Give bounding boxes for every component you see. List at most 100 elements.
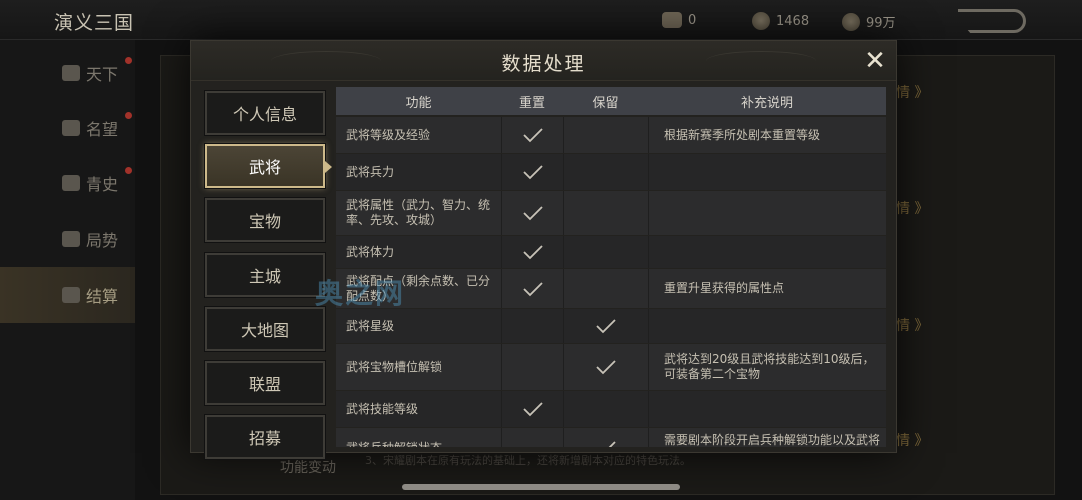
top-bar: 演义三国 0 1468 99万 — [0, 0, 1082, 40]
detail-link[interactable]: 情 》 — [896, 198, 928, 218]
dialog-title: 数据处理 — [501, 53, 586, 75]
cell-feature: 武将兵力 — [346, 164, 395, 179]
cell-reset — [501, 269, 563, 308]
table-row: 武将星级 — [336, 309, 886, 343]
copper-coin-icon — [752, 12, 770, 30]
tab-world-map[interactable]: 大地图 — [204, 306, 326, 352]
table-header: 功能 重置 保留 补充说明 — [336, 87, 886, 115]
cell-note — [648, 309, 886, 343]
check-icon — [522, 281, 544, 297]
check-icon — [522, 205, 544, 221]
header-reset: 重置 — [518, 95, 545, 111]
cell-keep — [563, 117, 648, 153]
badge-dot — [125, 57, 132, 64]
close-icon[interactable]: ✕ — [862, 48, 888, 75]
nav-item-mingwang[interactable]: 名望 — [0, 100, 135, 156]
cell-keep — [563, 236, 648, 268]
tab-recruit[interactable]: 招募 — [204, 414, 326, 460]
cell-reset — [501, 191, 563, 235]
home-indicator[interactable] — [402, 484, 680, 490]
tab-main-city[interactable]: 主城 — [204, 252, 326, 298]
cell-keep — [563, 154, 648, 190]
tab-personal-info[interactable]: 个人信息 — [204, 90, 326, 136]
cell-feature: 武将属性（武力、智力、统率、先攻、攻城） — [346, 198, 491, 227]
silver-coin-icon — [842, 12, 860, 31]
resource-silver: 99万 — [842, 12, 896, 31]
table-row: 武将宝物槽位解锁 武将达到20级且武将技能达到10级后，可装备第二个宝物 — [336, 344, 886, 390]
check-icon — [522, 164, 544, 180]
footer-note: 3、宋耀剧本在原有玩法的基础上，还将新增剧本对应的特色玩法。 — [365, 454, 691, 467]
watermark: 奥之网 — [315, 277, 406, 310]
check-icon — [595, 318, 617, 334]
back-arrow-icon[interactable] — [958, 9, 1026, 33]
cell-reset — [501, 236, 563, 268]
cell-reset — [501, 428, 563, 447]
resource-ticket: 0 — [662, 12, 696, 28]
cell-note — [648, 154, 886, 190]
header-feature: 功能 — [405, 95, 432, 111]
nav-item-jushi[interactable]: 局势 — [0, 211, 135, 267]
resource-ticket-value: 0 — [688, 12, 697, 28]
cell-feature: 武将兵种解锁状态 — [336, 428, 501, 448]
detail-link[interactable]: 情 》 — [896, 430, 928, 450]
table-row: 武将配点（剩余点数、已分配点数） 重置升星获得的属性点 — [336, 269, 886, 308]
resource-silver-value: 99万 — [866, 16, 896, 31]
cell-note — [648, 191, 886, 235]
nav-item-tianxia[interactable]: 天下 — [0, 45, 135, 101]
cell-reset — [501, 309, 563, 343]
tab-generals[interactable]: 武将 — [204, 143, 332, 189]
check-icon — [595, 359, 617, 375]
cell-keep — [563, 191, 648, 235]
nav-label: 青史 — [86, 175, 119, 194]
cell-feature: 武将体力 — [346, 244, 395, 259]
resource-copper: 1468 — [752, 12, 809, 30]
header-keep: 保留 — [592, 95, 619, 111]
data-table: 功能 重置 保留 补充说明 武将等级及经验 根据新赛季所处剧本重置等级武将兵力武将… — [336, 87, 886, 447]
nav-label: 局势 — [86, 231, 119, 250]
ticket-icon — [662, 12, 682, 28]
tab-treasure[interactable]: 宝物 — [204, 197, 326, 243]
cell-feature: 武将星级 — [346, 318, 395, 333]
detail-link[interactable]: 情 》 — [896, 82, 928, 102]
tab-alliance[interactable]: 联盟 — [204, 360, 326, 406]
check-icon — [522, 127, 544, 143]
cell-note: 需要剧本阶段开启兵种解锁功能以及武将达到30级后才能更换兵种 — [648, 428, 886, 447]
app-title: 演义三国 — [54, 12, 135, 34]
nav-label: 名望 — [86, 120, 119, 139]
scroll-icon — [62, 175, 80, 191]
resource-copper-value: 1468 — [776, 13, 810, 29]
nav-item-qingshi[interactable]: 青史 — [0, 155, 135, 211]
cell-reset — [501, 344, 563, 390]
data-processing-dialog: 数据处理 ✕ 个人信息 武将 宝物 主城 大地图 联盟 招募 功能 重置 保留 … — [190, 40, 897, 460]
cell-keep — [563, 344, 648, 390]
cell-note: 武将达到20级且武将技能达到10级后，可装备第二个宝物 — [648, 344, 886, 390]
cell-reset — [501, 391, 563, 427]
check-icon — [522, 401, 544, 417]
nav-label: 结算 — [86, 287, 119, 306]
table-row: 武将体力 — [336, 236, 886, 268]
nav-item-jiesuan[interactable]: 结算 — [0, 267, 135, 323]
cell-note: 重置升星获得的属性点 — [648, 269, 886, 308]
badge-dot — [125, 167, 132, 174]
table-row: 武将技能等级 — [336, 391, 886, 427]
left-nav: 天下 名望 青史 局势 结算 — [0, 40, 135, 500]
table-row: 武将属性（武力、智力、统率、先攻、攻城） — [336, 191, 886, 235]
network-icon — [62, 231, 80, 247]
cell-feature: 武将等级及经验 — [346, 127, 431, 142]
cell-keep — [563, 269, 648, 308]
world-icon — [62, 65, 80, 81]
cell-reset — [501, 154, 563, 190]
cell-feature: 武将宝物槽位解锁 — [346, 359, 443, 374]
settle-icon — [62, 287, 80, 303]
cell-note — [648, 391, 886, 427]
badge-dot — [125, 112, 132, 119]
cell-feature: 武将技能等级 — [346, 401, 419, 416]
cell-keep — [563, 428, 648, 447]
cell-keep — [563, 309, 648, 343]
detail-link[interactable]: 情 》 — [896, 315, 928, 335]
cell-note — [648, 236, 886, 268]
book-icon — [62, 120, 80, 136]
cell-keep — [563, 391, 648, 427]
cell-note: 根据新赛季所处剧本重置等级 — [648, 117, 886, 153]
table-row: 武将兵种解锁状态 需要剧本阶段开启兵种解锁功能以及武将达到30级后才能更换兵种 — [336, 428, 886, 447]
